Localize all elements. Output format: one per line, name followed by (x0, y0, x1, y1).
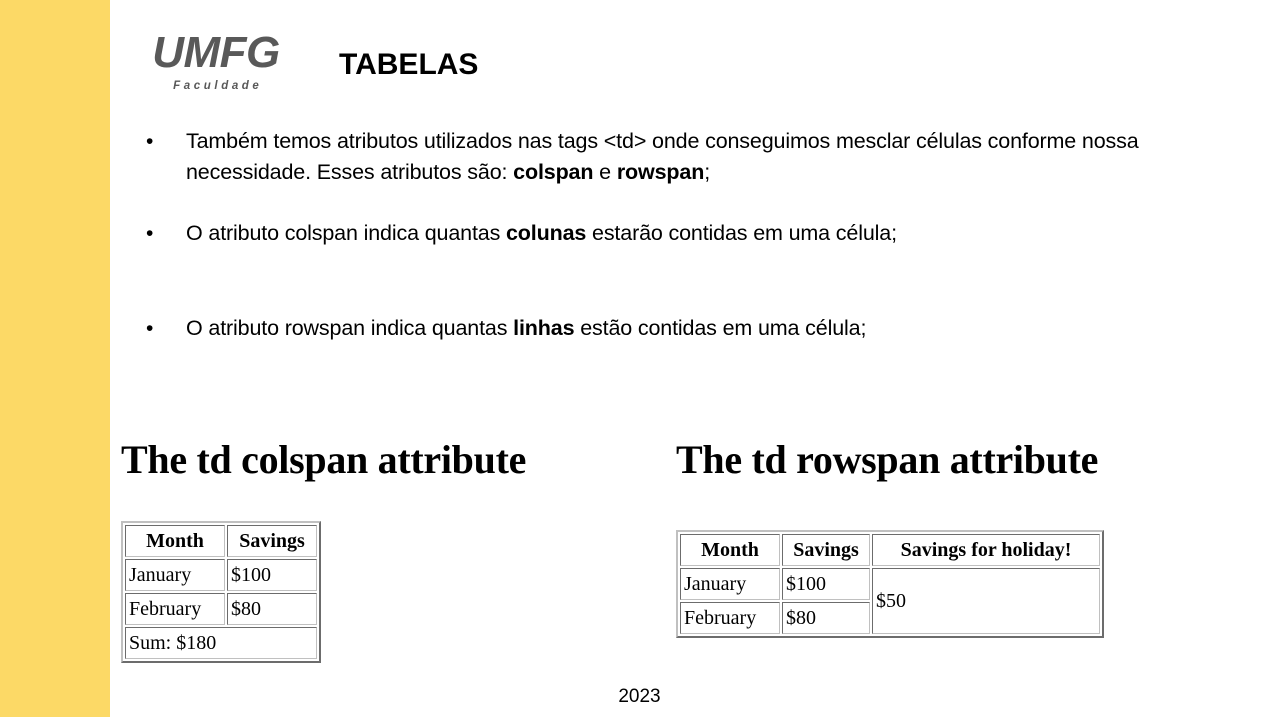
table-row: February $80 (125, 593, 317, 625)
column-header-holiday: Savings for holiday! (872, 534, 1100, 566)
page-title: TABELAS (339, 48, 479, 81)
column-header-savings: Savings (227, 525, 317, 557)
bullet-icon: • (146, 130, 154, 153)
column-header-savings: Savings (782, 534, 870, 566)
umfg-logo: UMFG Faculdade (137, 26, 295, 93)
list-item: • Também temos atributos utilizados nas … (142, 126, 1212, 188)
table-header-row: Month Savings (125, 525, 317, 557)
list-item: • O atributo colspan indica quantas colu… (142, 218, 1212, 249)
table-header-row: Month Savings Savings for holiday! (680, 534, 1100, 566)
table-row: Sum: $180 (125, 627, 317, 659)
cell-savings: $100 (782, 568, 870, 600)
cell-sum-colspan: Sum: $180 (125, 627, 317, 659)
slide-header: UMFG Faculdade TABELAS (137, 26, 478, 93)
cell-month: January (125, 559, 225, 591)
rowspan-example-heading: The td rowspan attribute (676, 437, 1099, 482)
table-row: January $100 $50 (680, 568, 1100, 634)
bullet-icon: • (146, 222, 154, 245)
cell-month: February (125, 593, 225, 625)
bullet-list: • Também temos atributos utilizados nas … (142, 126, 1212, 374)
column-header-month: Month (125, 525, 225, 557)
cell-savings: $80 (227, 593, 317, 625)
cell-month: January (680, 568, 780, 600)
cell-savings: $80 (782, 602, 870, 634)
left-accent-bar (0, 0, 110, 717)
bullet-text-2: O atributo colspan indica quantas coluna… (186, 221, 897, 245)
list-item: • O atributo rowspan indica quantas linh… (142, 313, 1212, 344)
footer-year: 2023 (618, 686, 661, 707)
logo-tagline: Faculdade (173, 80, 263, 93)
bullet-text-1: Também temos atributos utilizados nas ta… (186, 129, 1139, 184)
colspan-example-table: Month Savings January $100 February $80 … (121, 521, 321, 663)
cell-holiday-rowspan: $50 (872, 568, 1100, 634)
column-header-month: Month (680, 534, 780, 566)
colspan-example-heading: The td colspan attribute (121, 437, 527, 482)
slide-canvas: UMFG Faculdade TABELAS • Também temos at… (0, 0, 1279, 717)
bullet-icon: • (146, 317, 154, 340)
rowspan-example-table: Month Savings Savings for holiday! Janua… (676, 530, 1104, 638)
cell-month: February (680, 602, 780, 634)
table-row: January $100 (125, 559, 317, 591)
logo-wordmark: UMFG (152, 28, 280, 77)
bullet-text-3: O atributo rowspan indica quantas linhas… (186, 316, 867, 340)
cell-savings: $100 (227, 559, 317, 591)
